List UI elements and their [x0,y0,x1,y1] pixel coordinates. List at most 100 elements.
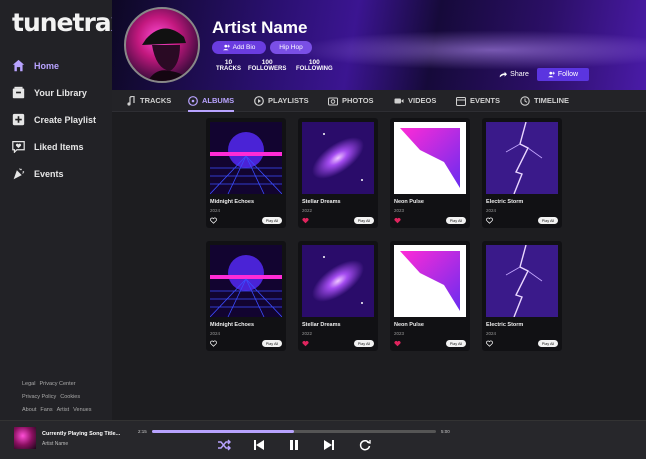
add-bio-button[interactable]: Add Bio [212,41,266,54]
heart-filled-icon[interactable] [302,340,309,347]
tab-playlists[interactable]: PLAYLISTS [254,90,309,112]
artist-avatar[interactable] [124,7,200,83]
sidebar-item-label: Liked Items [34,141,84,152]
tab-timeline[interactable]: TIMELINE [520,90,569,112]
album-year: 2023 [394,208,405,213]
video-icon [394,98,404,103]
tab-events[interactable]: EVENTS [456,90,500,112]
disc-icon [188,95,198,106]
sidebar-item-library[interactable]: Your Library [12,79,112,106]
tab-videos[interactable]: VIDEOS [394,90,436,112]
footer-link[interactable]: Fans [40,407,52,413]
album-title: Stellar Dreams [302,322,341,328]
heart-outline-icon[interactable] [486,217,493,224]
album-card[interactable]: Stellar Dreams 2022 Play All [298,118,378,228]
album-title: Electric Storm [486,322,524,328]
logo[interactable]: tunetrax [12,8,127,37]
footer-link[interactable]: Artist [57,407,70,413]
add-user-icon [547,71,555,78]
album-title: Midnight Echoes [210,322,254,328]
tab-albums[interactable]: ALBUMS [188,90,235,112]
album-grid: Midnight Echoes 2024 Play All Stellar Dr… [112,113,646,420]
footer-links: Legal Privacy Center Privacy Policy Cookie… [22,378,110,417]
footer-link[interactable]: Privacy Center [39,381,75,387]
album-title: Neon Pulse [394,322,424,328]
duration-time: 5:00 [441,429,450,434]
heart-outline-icon[interactable] [486,340,493,347]
skip-previous-icon [254,440,264,450]
play-all-button[interactable]: Play All [446,340,466,347]
sidebar-item-events[interactable]: Events [12,160,112,187]
play-all-button[interactable]: Play All [354,217,374,224]
sidebar-item-home[interactable]: Home [12,52,112,79]
share-button[interactable]: Share [496,68,532,81]
sidebar-item-label: Create Playlist [34,114,97,125]
heart-outline-icon[interactable] [210,217,217,224]
party-icon [12,167,25,180]
play-all-button[interactable]: Play All [538,340,558,347]
tab-photos[interactable]: PHOTOS [328,90,374,112]
play-all-button[interactable]: Play All [446,217,466,224]
heart-filled-icon[interactable] [394,217,401,224]
sidebar-nav: Home Your Library Create Playlist Liked … [12,52,112,187]
footer-link[interactable]: Legal [22,381,35,387]
play-all-button[interactable]: Play All [354,340,374,347]
album-card[interactable]: Electric Storm 2024 Play All [482,118,562,228]
heart-filled-icon[interactable] [394,340,401,347]
repeat-button[interactable] [358,438,372,452]
album-cover-electric-storm[interactable] [486,245,558,317]
heart-outline-icon[interactable] [210,340,217,347]
album-cover-neon-pulse[interactable] [394,245,466,317]
now-playing-artist: Artist Name [42,441,69,447]
stat-followers: 100 FOLLOWERS [248,59,287,72]
footer-link[interactable]: Venues [73,407,91,413]
calendar-icon [456,96,466,106]
footer-link[interactable]: Privacy Policy [22,394,56,400]
footer-link[interactable]: About [22,407,36,413]
now-playing-title: Currently Playing Song Title... [42,431,121,437]
pause-button[interactable] [287,438,301,452]
album-card[interactable]: Electric Storm 2024 Play All [482,241,562,351]
album-year: 2024 [486,208,497,213]
genre-tag[interactable]: Hip Hop [270,41,312,54]
album-cover-midnight-echoes[interactable] [210,245,282,317]
album-cover-neon-pulse[interactable] [394,122,466,194]
album-year: 2023 [394,331,405,336]
footer-link[interactable]: Cookies [60,394,80,400]
previous-button[interactable] [252,438,266,452]
stat-following: 100 FOLLOWING [296,59,333,72]
stat-tracks: 10 TRACKS [216,59,241,72]
play-all-button[interactable]: Play All [262,340,282,347]
album-card[interactable]: Stellar Dreams 2022 Play All [298,241,378,351]
album-card[interactable]: Neon Pulse 2023 Play All [390,118,470,228]
shuffle-icon [218,439,231,451]
app-root: tunetrax Home Your Library Create Playli… [0,0,646,459]
share-icon [499,71,508,77]
album-cover-midnight-echoes[interactable] [210,122,282,194]
play-all-button[interactable]: Play All [262,217,282,224]
sidebar-item-liked[interactable]: Liked Items [12,133,112,160]
follow-button[interactable]: Follow [537,68,589,81]
history-icon [520,95,530,106]
heart-filled-icon[interactable] [302,217,309,224]
album-card[interactable]: Midnight Echoes 2024 Play All [206,118,286,228]
play-all-button[interactable]: Play All [538,217,558,224]
album-cover-stellar-dreams[interactable] [302,245,374,317]
next-button[interactable] [322,438,336,452]
album-title: Neon Pulse [394,199,424,205]
playlist-icon [254,95,264,106]
tab-tracks[interactable]: TRACKS [126,90,171,112]
album-cover-stellar-dreams[interactable] [302,122,374,194]
album-title: Stellar Dreams [302,199,341,205]
library-icon [12,86,25,99]
sidebar-item-create-playlist[interactable]: Create Playlist [12,106,112,133]
album-card[interactable]: Neon Pulse 2023 Play All [390,241,470,351]
album-year: 2024 [210,331,221,336]
album-cover-electric-storm[interactable] [486,122,558,194]
shuffle-button[interactable] [217,438,231,452]
elapsed-time: 2:15 [138,429,147,434]
now-playing-cover[interactable] [14,427,36,449]
camera-icon [328,97,338,105]
album-card[interactable]: Midnight Echoes 2024 Play All [206,241,286,351]
progress-bar[interactable] [152,430,436,433]
